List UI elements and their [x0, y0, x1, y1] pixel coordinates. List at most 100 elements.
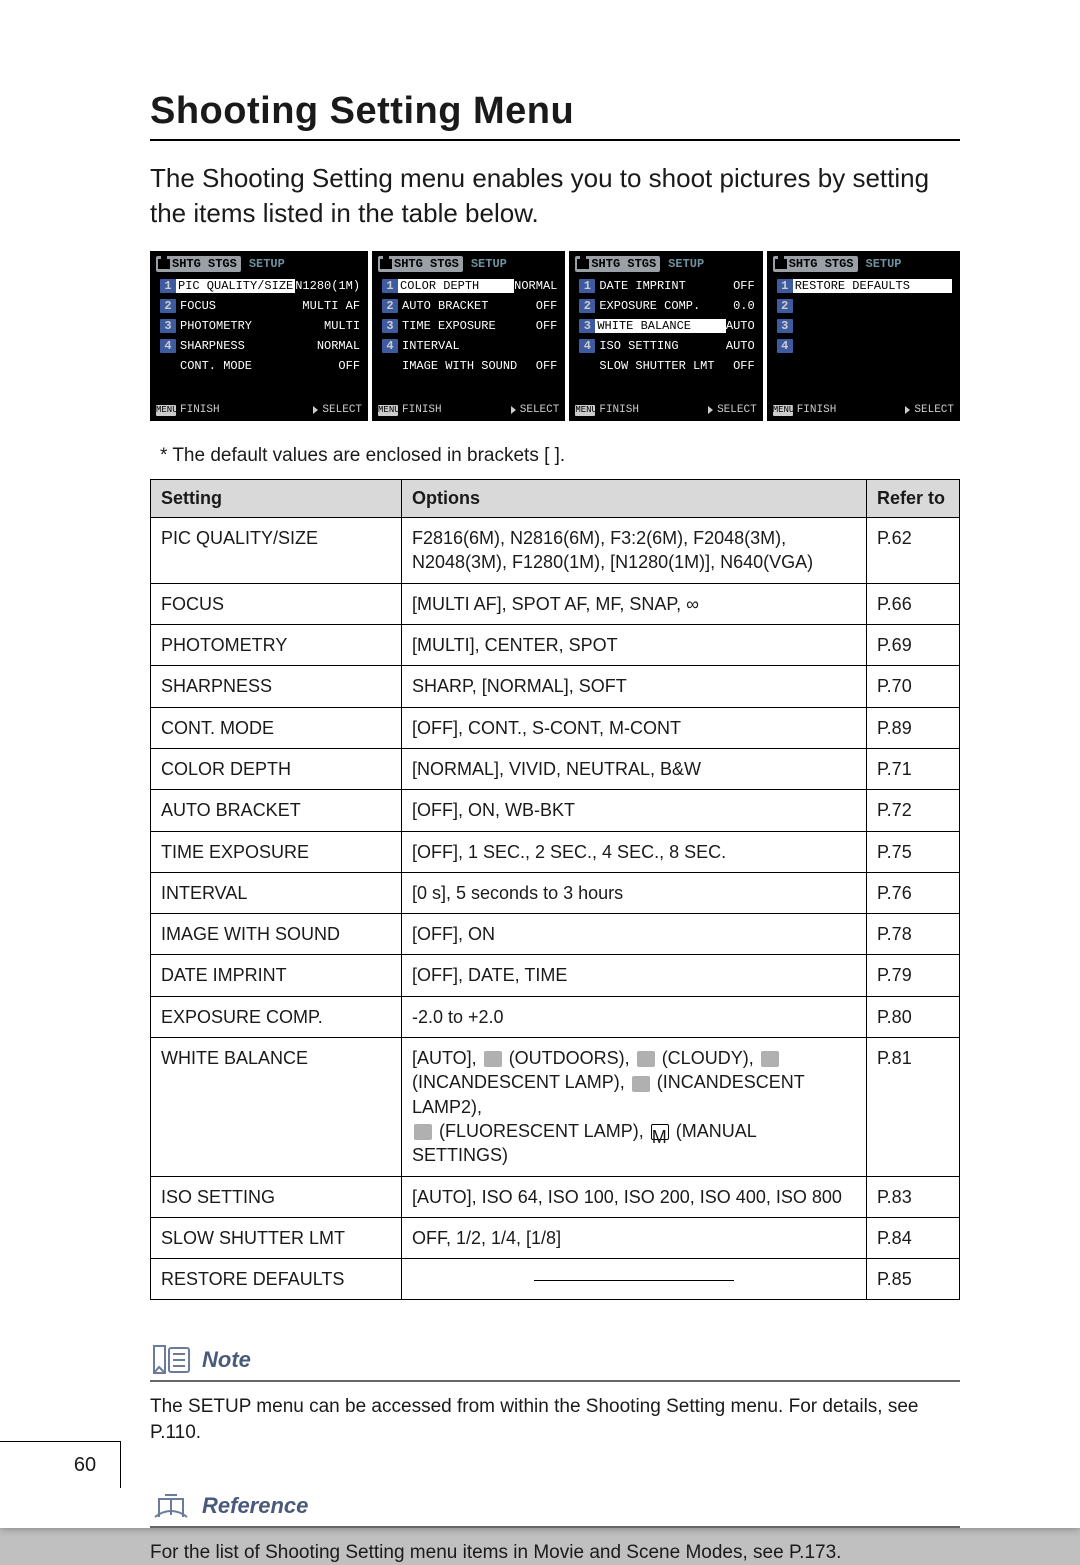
- cell-setting: RESTORE DEFAULTS: [151, 1259, 402, 1300]
- lcd-menu-row: 4SHARPNESSNORMAL: [160, 337, 362, 355]
- table-row: COLOR DEPTH[NORMAL], VIVID, NEUTRAL, B&W…: [151, 748, 960, 789]
- lcd-row-value: OFF: [733, 359, 757, 373]
- lcd-menu-row: [777, 357, 954, 375]
- lcd-screen: SHTG STGSSETUP1RESTORE DEFAULTS234MENUFI…: [767, 251, 960, 421]
- lcd-row-value: N1280(1M): [295, 279, 362, 293]
- cell-setting: AUTO BRACKET: [151, 790, 402, 831]
- lcd-row-label: FOCUS: [176, 299, 302, 313]
- lcd-row-value: AUTO: [726, 319, 757, 333]
- lcd-footer-finish-label: FINISH: [599, 404, 639, 416]
- lcd-row-label: INTERVAL: [398, 339, 557, 353]
- triangle-right-icon: [511, 406, 516, 414]
- cell-setting: PIC QUALITY/SIZE: [151, 518, 402, 584]
- lcd-footer-finish: MENUFINISH: [378, 404, 442, 416]
- tab-shtg-stgs: SHTG STGS: [156, 256, 241, 272]
- lcd-row-label: SHARPNESS: [176, 339, 317, 353]
- lcd-menu-row: 3WHITE BALANCEAUTO: [579, 317, 756, 335]
- cell-setting: IMAGE WITH SOUND: [151, 914, 402, 955]
- lcd-screens-row: SHTG STGSSETUP1PIC QUALITY/SIZEN1280(1M)…: [150, 251, 960, 421]
- lcd-screen: SHTG STGS SETUP 1PIC QUALITY/SIZEN1280(1M)…: [150, 251, 368, 421]
- cell-refer: P.66: [867, 583, 960, 624]
- lcd-menu-row: 1DATE IMPRINTOFF: [579, 277, 756, 295]
- tab-setup: SETUP: [245, 257, 289, 271]
- manual-m-icon: M: [651, 1124, 669, 1140]
- lcd-row-label: RESTORE DEFAULTS: [793, 279, 952, 293]
- lcd-menu-row: 3TIME EXPOSUREOFF: [382, 317, 559, 335]
- tab-shtg-stgs: SHTG STGS: [378, 256, 463, 272]
- col-setting-header: Setting: [151, 480, 402, 518]
- cell-setting: EXPOSURE COMP.: [151, 996, 402, 1037]
- lcd-menu-row: CONT. MODEOFF: [160, 357, 362, 375]
- sun-icon: [484, 1051, 502, 1067]
- reference-body: For the list of Shooting Setting menu it…: [150, 1540, 960, 1565]
- lcd-row-index: 1: [160, 279, 176, 293]
- lcd-row-label: AUTO BRACKET: [398, 299, 536, 313]
- cell-refer: P.69: [867, 625, 960, 666]
- tab-setup: SETUP: [664, 257, 708, 271]
- camera-icon: [158, 259, 170, 269]
- table-row: ISO SETTING[AUTO], ISO 64, ISO 100, ISO …: [151, 1176, 960, 1217]
- cell-setting: TIME EXPOSURE: [151, 831, 402, 872]
- menu-button-icon: MENU: [378, 405, 398, 416]
- lcd-row-value: MULTI: [324, 319, 362, 333]
- default-values-footnote: * The default values are enclosed in bra…: [160, 445, 960, 467]
- camera-icon: [577, 259, 589, 269]
- table-row: INTERVAL[0 s], 5 seconds to 3 hoursP.76: [151, 872, 960, 913]
- cell-options: [0 s], 5 seconds to 3 hours: [402, 872, 867, 913]
- note-callout: Note The SETUP menu can be accessed from…: [150, 1342, 960, 1445]
- lcd-menu-row: 4INTERVAL: [382, 337, 559, 355]
- lcd-row-index: 1: [777, 279, 793, 293]
- cloud-icon: [637, 1051, 655, 1067]
- cell-options: [MULTI], CENTER, SPOT: [402, 625, 867, 666]
- cell-setting: WHITE BALANCE: [151, 1038, 402, 1176]
- table-row: WHITE BALANCE[AUTO], (OUTDOORS), (CLOUDY…: [151, 1038, 960, 1176]
- lcd-row-index: 4: [777, 339, 793, 353]
- lcd-row-label: SLOW SHUTTER LMT: [595, 359, 733, 373]
- tab-active-label: SHTG STGS: [394, 257, 459, 271]
- cell-setting: CONT. MODE: [151, 707, 402, 748]
- cell-refer: P.80: [867, 996, 960, 1037]
- table-row: SHARPNESSSHARP, [NORMAL], SOFTP.70: [151, 666, 960, 707]
- lcd-menu-row: 3: [777, 317, 954, 335]
- cell-refer: P.70: [867, 666, 960, 707]
- lcd-row-index: 4: [160, 339, 176, 353]
- table-row: PHOTOMETRY[MULTI], CENTER, SPOTP.69: [151, 625, 960, 666]
- page: Shooting Setting Menu The Shooting Setti…: [0, 0, 1080, 1528]
- lcd-menu-row: 1RESTORE DEFAULTS: [777, 277, 954, 295]
- cell-options: -2.0 to +2.0: [402, 996, 867, 1037]
- lcd-footer-select: SELECT: [905, 404, 954, 416]
- wb-text: (CLOUDY),: [657, 1048, 759, 1068]
- col-refer-header: Refer to: [867, 480, 960, 518]
- lcd-row-index: 4: [382, 339, 398, 353]
- tab-setup: SETUP: [467, 257, 511, 271]
- lcd-row-value: MULTI AF: [302, 299, 362, 313]
- table-row: FOCUS[MULTI AF], SPOT AF, MF, SNAP, ∞P.6…: [151, 583, 960, 624]
- lcd-row-value: OFF: [536, 319, 560, 333]
- reference-callout: Reference For the list of Shooting Setti…: [150, 1488, 960, 1565]
- cell-options: SHARP, [NORMAL], SOFT: [402, 666, 867, 707]
- menu-button-icon: MENU: [156, 405, 176, 416]
- cell-setting: COLOR DEPTH: [151, 748, 402, 789]
- wb-text: (FLUORESCENT LAMP),: [434, 1121, 649, 1141]
- lcd-row-label: PIC QUALITY/SIZE: [176, 279, 295, 293]
- lcd-menu-row: 1PIC QUALITY/SIZEN1280(1M): [160, 277, 362, 295]
- lcd-menu-row: SLOW SHUTTER LMTOFF: [579, 357, 756, 375]
- lcd-menu-row: 2AUTO BRACKETOFF: [382, 297, 559, 315]
- tab-setup: SETUP: [862, 257, 906, 271]
- cell-setting: PHOTOMETRY: [151, 625, 402, 666]
- tab-active-label: SHTG STGS: [591, 257, 656, 271]
- lcd-row-index: 2: [160, 299, 176, 313]
- lamp-icon: [761, 1051, 779, 1067]
- lcd-footer-select-label: SELECT: [322, 404, 362, 416]
- cell-refer: P.75: [867, 831, 960, 872]
- lcd-screen: SHTG STGSSETUP1COLOR DEPTHNORMAL2AUTO BR…: [372, 251, 565, 421]
- lcd-menu-row: 3PHOTOMETRYMULTI: [160, 317, 362, 335]
- table-row: TIME EXPOSURE[OFF], 1 SEC., 2 SEC., 4 SE…: [151, 831, 960, 872]
- lcd-footer-finish: MENUFINISH: [575, 404, 639, 416]
- cell-refer: P.84: [867, 1217, 960, 1258]
- cell-options: F2816(6M), N2816(6M), F3:2(6M), F2048(3M…: [402, 518, 867, 584]
- lcd-row-label: EXPOSURE COMP.: [595, 299, 733, 313]
- cell-setting: ISO SETTING: [151, 1176, 402, 1217]
- note-icon: [150, 1342, 192, 1378]
- wb-text: (INCANDESCENT LAMP),: [412, 1072, 630, 1092]
